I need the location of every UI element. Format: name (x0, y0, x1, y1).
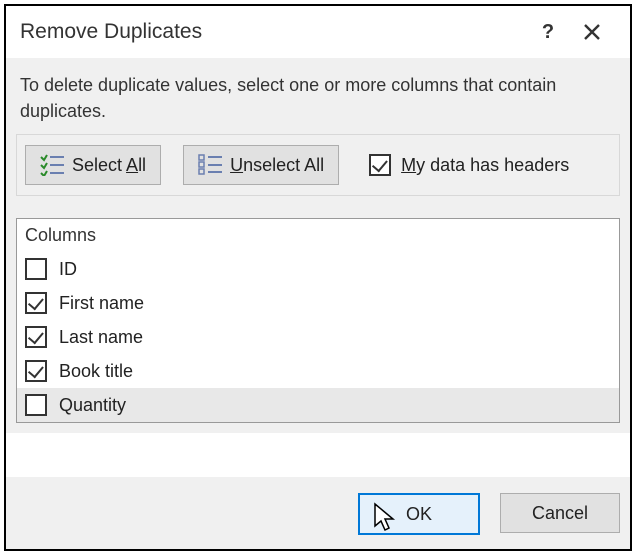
ok-button[interactable]: OK (358, 493, 480, 535)
column-row[interactable]: First name (17, 286, 619, 320)
column-row[interactable]: Quantity (17, 388, 619, 422)
column-row[interactable]: Last name (17, 320, 619, 354)
dialog-title: Remove Duplicates (20, 20, 526, 44)
dialog-body: To delete duplicate values, select one o… (6, 58, 630, 433)
unselect-all-button[interactable]: Unselect All (183, 145, 339, 185)
remove-duplicates-dialog: Remove Duplicates ? To delete duplicate … (4, 4, 632, 551)
headers-checkbox[interactable] (369, 154, 391, 176)
headers-label: My data has headers (401, 155, 569, 176)
column-checkbox[interactable] (25, 258, 47, 280)
columns-panel: Columns ID First name Last name Book title Q… (16, 218, 620, 423)
titlebar: Remove Duplicates ? (6, 6, 630, 58)
select-all-button[interactable]: Select All (25, 145, 161, 185)
column-label: First name (59, 293, 144, 314)
column-checkbox[interactable] (25, 394, 47, 416)
column-label: ID (59, 259, 77, 280)
column-row[interactable]: ID (17, 252, 619, 286)
close-icon (583, 23, 601, 41)
select-all-label: Select All (72, 155, 146, 176)
columns-list: ID First name Last name Book title Quantity (17, 252, 619, 422)
dialog-footer: OK Cancel (6, 477, 630, 549)
column-row[interactable]: Book title (17, 354, 619, 388)
column-checkbox[interactable] (25, 292, 47, 314)
column-label: Quantity (59, 395, 126, 416)
instruction-text: To delete duplicate values, select one o… (16, 72, 620, 134)
close-button[interactable] (570, 16, 614, 48)
column-checkbox[interactable] (25, 326, 47, 348)
column-checkbox[interactable] (25, 360, 47, 382)
help-button[interactable]: ? (526, 16, 570, 48)
cancel-button[interactable]: Cancel (500, 493, 620, 533)
unselect-all-icon (198, 154, 222, 176)
column-label: Last name (59, 327, 143, 348)
column-label: Book title (59, 361, 133, 382)
toolbar: Select All Unselect All My (16, 134, 620, 196)
unselect-all-label: Unselect All (230, 155, 324, 176)
select-all-icon (40, 154, 64, 176)
columns-header: Columns (17, 219, 619, 252)
headers-checkbox-group[interactable]: My data has headers (369, 154, 569, 176)
